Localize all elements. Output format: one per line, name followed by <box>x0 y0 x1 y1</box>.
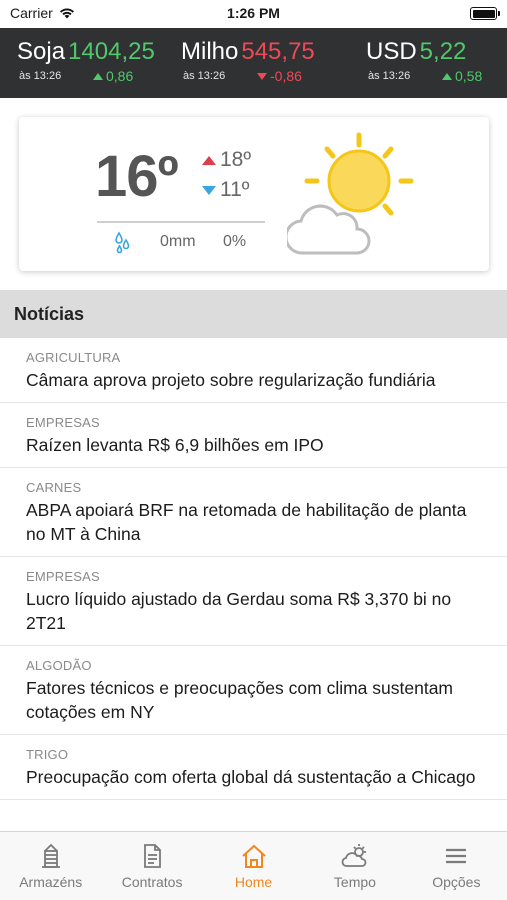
rain-amount: 0mm <box>160 233 196 250</box>
ticker-name: Soja <box>17 38 66 65</box>
ticker-price: 5,22 <box>419 38 467 65</box>
news-item[interactable]: AGRICULTURA Câmara aprova projeto sobre … <box>0 338 507 403</box>
ticker-item-usd[interactable]: USD 5,22 às 13:26 0,58 <box>366 38 482 84</box>
tab-opcoes[interactable]: Opções <box>406 832 507 900</box>
max-temperature: 18º <box>220 148 252 171</box>
news-title: ABPA apoiará BRF na retomada de habilita… <box>26 500 467 544</box>
ticker-item-soja[interactable]: Soja 1404,25 às 13:26 0,86 <box>17 38 155 84</box>
silo-icon <box>41 843 60 868</box>
raindrops-icon <box>115 231 130 254</box>
news-title: Preocupação com oferta global dá sustent… <box>26 767 476 787</box>
tab-bar: Armazéns Contratos Home Tempo Opções <box>0 831 507 900</box>
ticker-price: 1404,25 <box>68 38 155 65</box>
news-item[interactable]: EMPRESAS Raízen levanta R$ 6,9 bilhões e… <box>0 403 507 468</box>
news-header-title: Notícias <box>14 304 85 324</box>
news-list: AGRICULTURA Câmara aprova projeto sobre … <box>0 338 507 800</box>
news-category: CARNES <box>26 480 82 495</box>
min-temperature: 11º <box>220 178 250 201</box>
document-icon <box>144 844 162 868</box>
tab-label: Opções <box>432 874 481 890</box>
news-category: AGRICULTURA <box>26 350 121 365</box>
weather-card[interactable]: 16º 18º 11º 0mm 0% <box>19 117 489 271</box>
weather-divider <box>97 221 265 223</box>
ticker-time: às 13:26 <box>368 70 411 82</box>
tab-label: Armazéns <box>19 874 83 890</box>
news-item[interactable]: CARNES ABPA apoiará BRF na retomada de h… <box>0 468 507 557</box>
ticker-name: Milho <box>181 38 239 65</box>
weather-icon <box>341 844 367 867</box>
tab-label: Contratos <box>121 874 183 890</box>
min-temp-icon <box>202 185 216 195</box>
ticker-time: às 13:26 <box>183 70 226 82</box>
ticker-price: 545,75 <box>241 38 315 65</box>
temperature-range: 18º 11º <box>202 145 251 205</box>
news-category: EMPRESAS <box>26 415 100 430</box>
partly-cloudy-icon <box>287 132 414 255</box>
ticker-change-value: -0,86 <box>270 68 302 84</box>
ticker-change-value: 0,86 <box>106 68 134 84</box>
status-time: 1:26 PM <box>227 5 280 21</box>
arrow-down-icon <box>257 72 267 80</box>
tab-contratos[interactable]: Contratos <box>101 832 202 900</box>
ticker-change: 0,86 <box>93 68 133 84</box>
rain-chance: 0% <box>223 233 247 250</box>
tab-label: Home <box>234 874 273 890</box>
ticker-change: -0,86 <box>257 68 302 84</box>
ticker-item-milho[interactable]: Milho 545,75 às 13:26 -0,86 <box>181 38 315 84</box>
news-category: EMPRESAS <box>26 569 100 584</box>
tab-armazens[interactable]: Armazéns <box>0 832 101 900</box>
arrow-up-icon <box>93 72 103 80</box>
ticker-time: às 13:26 <box>19 70 62 82</box>
news-title: Câmara aprova projeto sobre regularizaçã… <box>26 370 436 390</box>
ticker-name: USD <box>366 38 417 65</box>
news-item[interactable]: TRIGO Preocupação com oferta global dá s… <box>0 735 507 800</box>
tab-home[interactable]: Home <box>203 832 304 900</box>
quote-ticker: Soja 1404,25 às 13:26 0,86 Milho 545,75 … <box>0 28 507 98</box>
battery-icon <box>470 7 500 20</box>
menu-icon <box>446 848 467 864</box>
news-title: Fatores técnicos e preocupações com clim… <box>26 678 453 722</box>
news-category: ALGODÃO <box>26 658 92 673</box>
max-temp-icon <box>202 155 216 165</box>
news-title: Raízen levanta R$ 6,9 bilhões em IPO <box>26 435 324 455</box>
ticker-change: 0,58 <box>442 68 482 84</box>
news-category: TRIGO <box>26 747 69 762</box>
arrow-up-icon <box>442 72 452 80</box>
tab-label: Tempo <box>333 874 376 890</box>
news-title: Lucro líquido ajustado da Gerdau soma R$… <box>26 589 452 633</box>
ticker-change-value: 0,58 <box>455 68 483 84</box>
news-item[interactable]: EMPRESAS Lucro líquido ajustado da Gerda… <box>0 557 507 646</box>
news-header: Notícias <box>0 290 507 338</box>
current-temperature: 16º <box>95 144 179 209</box>
home-icon <box>241 844 266 868</box>
news-item[interactable]: ALGODÃO Fatores técnicos e preocupações … <box>0 646 507 735</box>
status-bar: Carrier 1:26 PM <box>0 0 507 28</box>
tab-tempo[interactable]: Tempo <box>304 832 405 900</box>
